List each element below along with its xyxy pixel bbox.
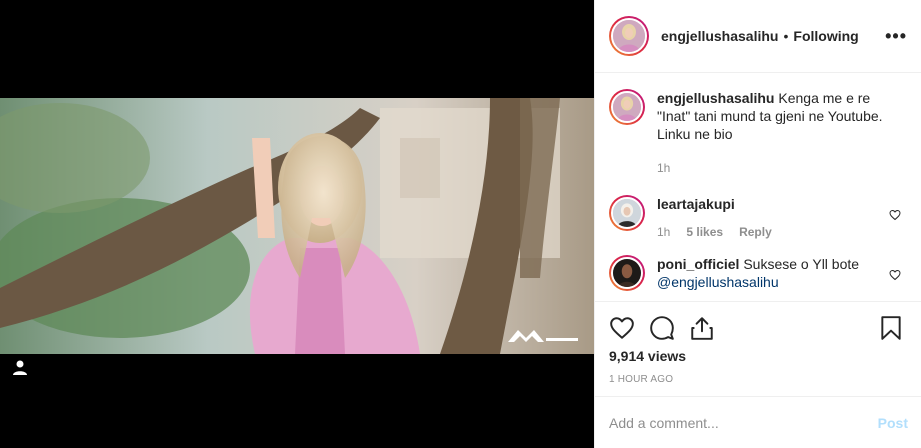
comments-list[interactable]: engjellushasalihu Kenga me e re "Inat" t… <box>595 73 921 301</box>
instagram-post-modal: engjellushasalihu • Following ••• engjel… <box>0 0 921 448</box>
header-separator: • <box>783 28 789 44</box>
video-frame[interactable] <box>0 98 594 354</box>
post-comment-button[interactable]: Post <box>878 415 908 431</box>
caption-body: engjellushasalihu Kenga me e re "Inat" t… <box>657 89 907 177</box>
add-comment-bar: Post <box>595 396 921 448</box>
video-player[interactable] <box>0 0 594 448</box>
following-button[interactable]: Following <box>793 28 858 44</box>
comment-item: leartajakupi 1h 5 likes Reply <box>609 195 907 241</box>
comment-input[interactable] <box>609 414 878 431</box>
comment-body: poni_officiel Suksese o Yll bote @engjel… <box>657 255 907 291</box>
comment-item: poni_officiel Suksese o Yll bote @engjel… <box>609 255 907 291</box>
more-options-icon[interactable]: ••• <box>885 27 907 45</box>
view-count[interactable]: 9,914 views <box>609 348 908 364</box>
comment-likes[interactable]: 5 likes <box>686 223 723 241</box>
reply-button[interactable]: Reply <box>739 223 772 241</box>
author-avatar[interactable] <box>609 16 649 56</box>
post-sidebar: engjellushasalihu • Following ••• engjel… <box>594 0 921 448</box>
commenter-avatar[interactable] <box>609 255 645 291</box>
heart-icon[interactable] <box>609 315 635 341</box>
bookmark-icon[interactable] <box>878 315 904 341</box>
comment-like-heart-icon[interactable] <box>889 209 901 221</box>
scroll-fade <box>595 293 921 301</box>
comment-mention[interactable]: @engjellushasalihu <box>657 274 779 290</box>
post-timestamp[interactable]: 1 HOUR AGO <box>609 374 908 385</box>
author-username[interactable]: engjellushasalihu <box>661 28 778 44</box>
comment-username[interactable]: leartajakupi <box>657 196 735 212</box>
comment-time[interactable]: 1h <box>657 223 670 241</box>
comment-text: Suksese o Yll bote <box>743 256 860 272</box>
caption-username[interactable]: engjellushasalihu <box>657 90 774 106</box>
caption: engjellushasalihu Kenga me e re "Inat" t… <box>609 89 907 177</box>
comment-username[interactable]: poni_officiel <box>657 256 739 272</box>
user-tag-icon[interactable] <box>10 358 30 378</box>
action-icons-row <box>609 302 908 354</box>
avatar-image <box>613 93 641 121</box>
comment-bubble-icon[interactable] <box>649 315 675 341</box>
avatar-image <box>613 20 645 52</box>
commenter-avatar[interactable] <box>609 195 645 231</box>
caption-time[interactable]: 1h <box>657 159 670 177</box>
video-still-image <box>0 98 594 354</box>
avatar-image <box>613 199 641 227</box>
caption-avatar[interactable] <box>609 89 645 125</box>
share-icon[interactable] <box>689 315 715 341</box>
post-actions: 9,914 views 1 HOUR AGO <box>595 301 921 385</box>
comment-like-heart-icon[interactable] <box>889 269 901 281</box>
avatar-image <box>613 259 641 287</box>
post-header: engjellushasalihu • Following ••• <box>595 0 921 73</box>
comment-body: leartajakupi 1h 5 likes Reply <box>657 195 907 241</box>
